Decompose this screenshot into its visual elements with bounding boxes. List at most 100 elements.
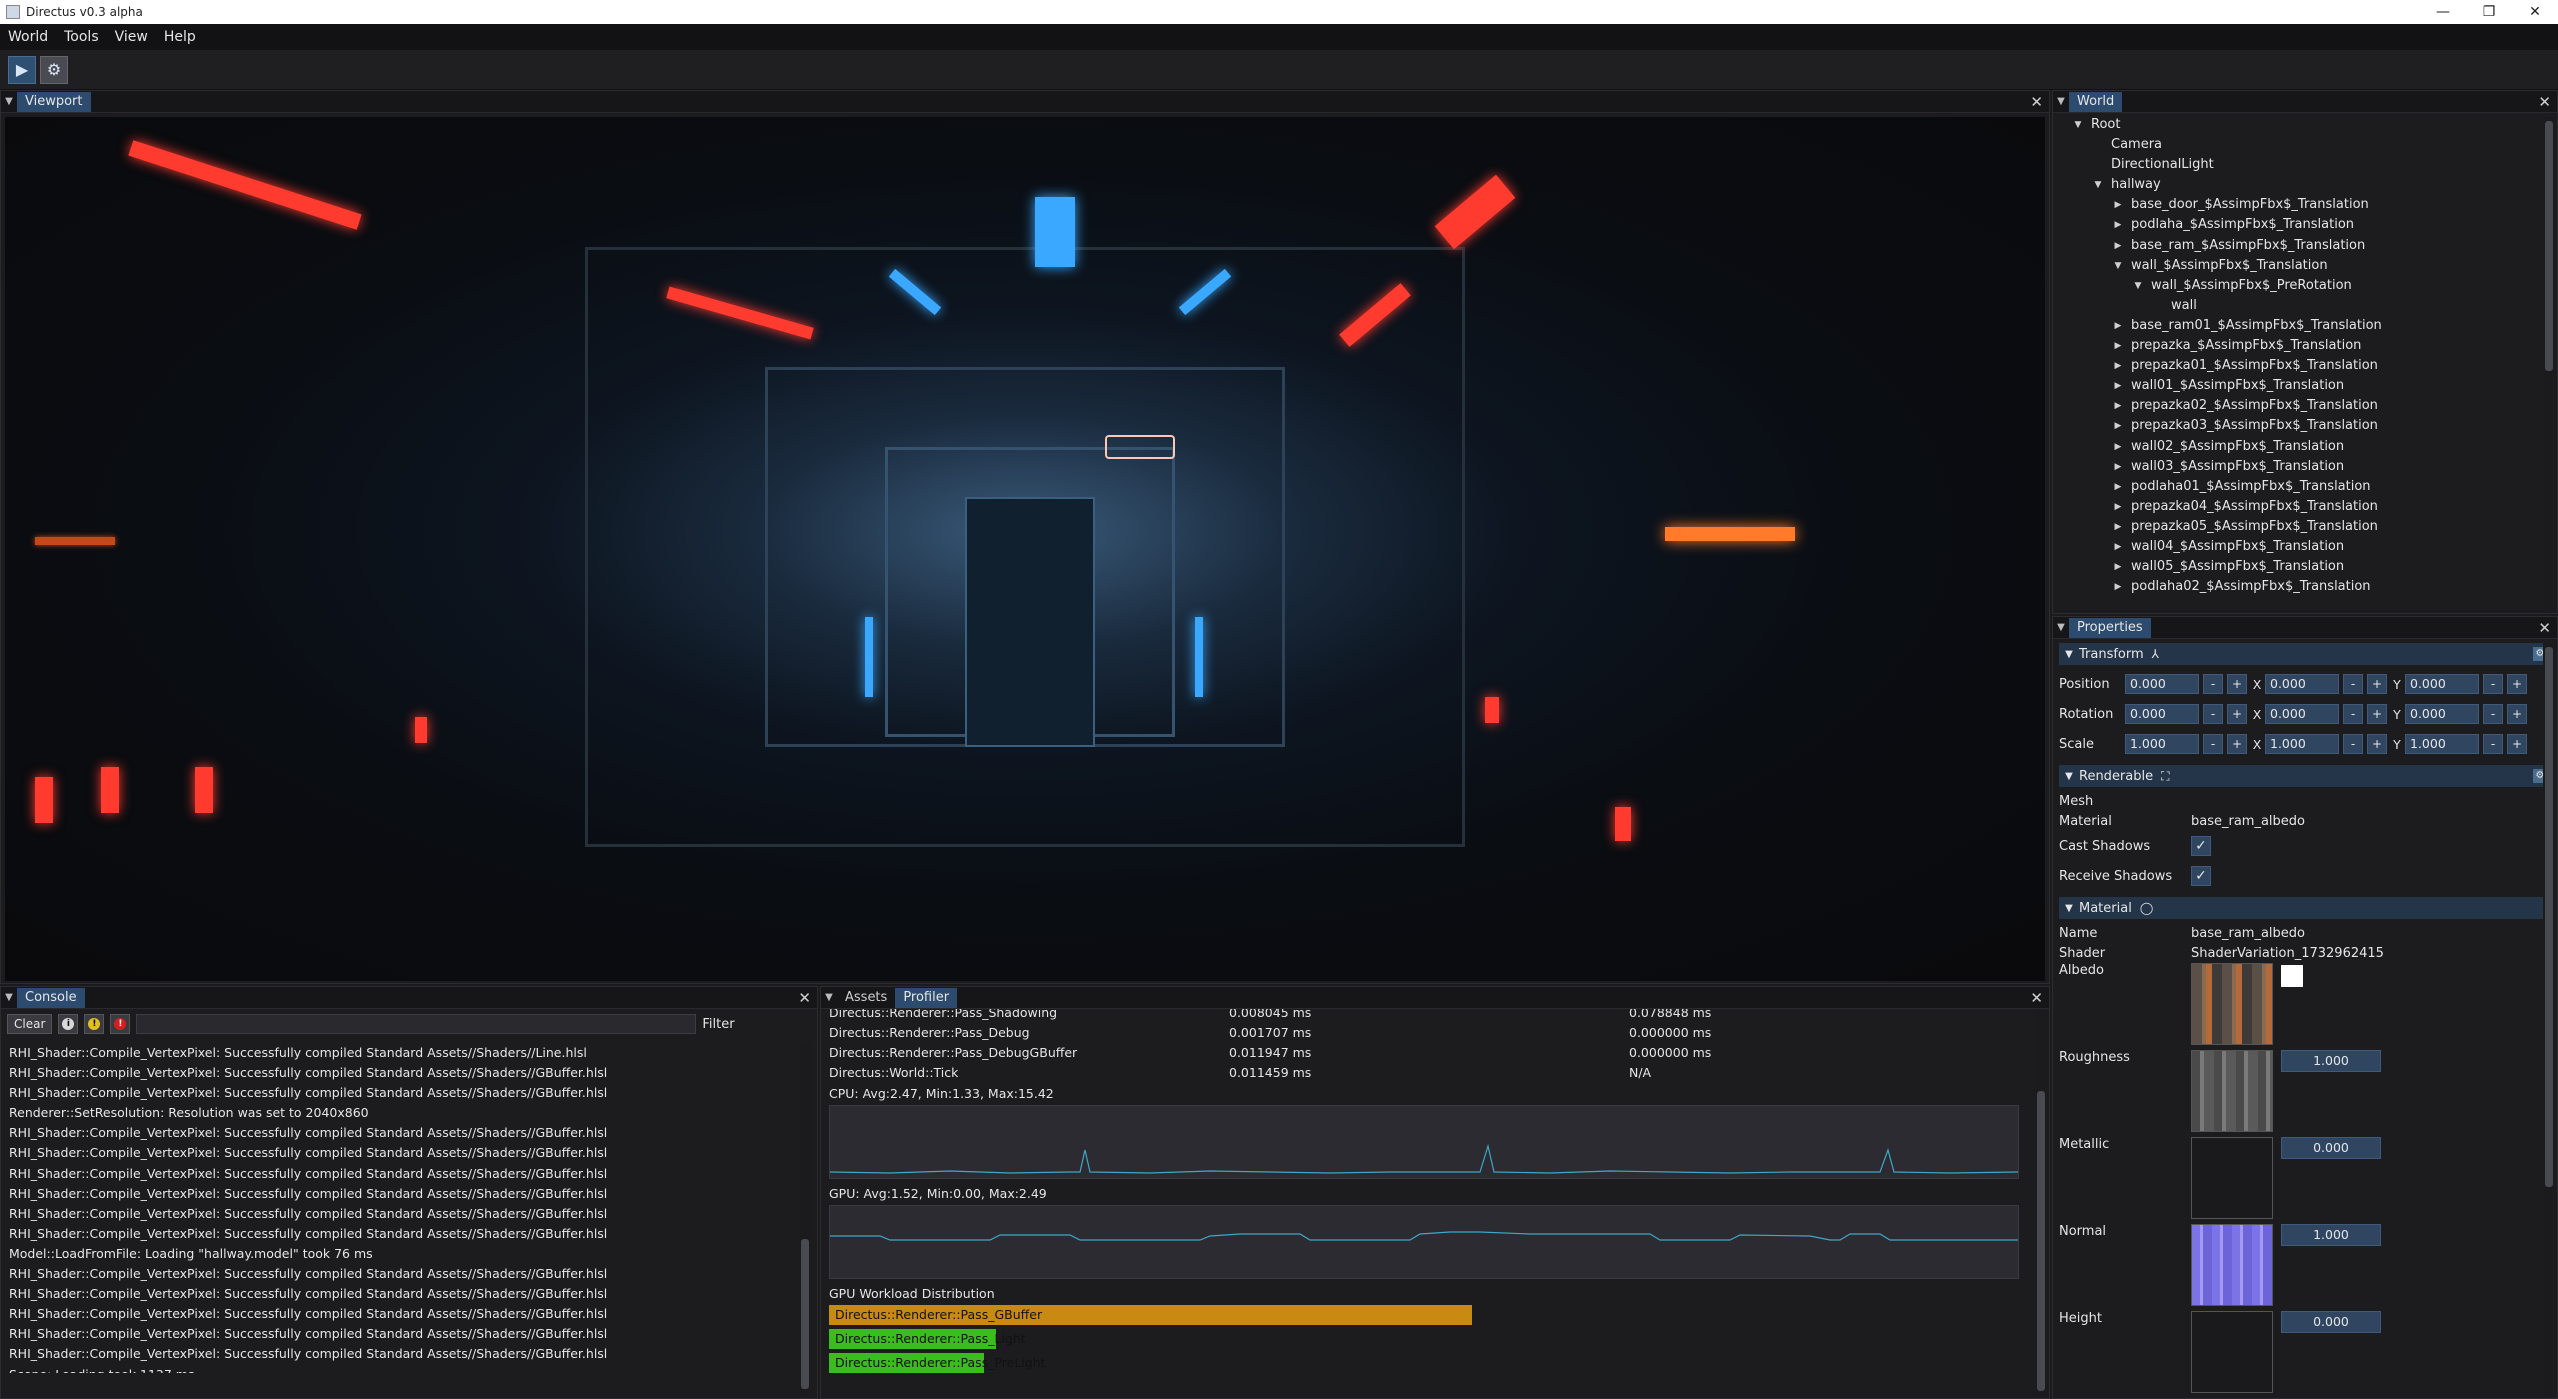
tree-node[interactable]: ▼ hallway (2053, 175, 2557, 195)
expanded-arrow-icon[interactable]: ▼ (2111, 256, 2125, 276)
clear-button[interactable]: Clear (7, 1014, 53, 1034)
transform-value-field[interactable]: 0.000 (2265, 674, 2339, 694)
warning-filter-toggle[interactable]: ! (84, 1014, 105, 1034)
height-texture-slot[interactable] (2191, 1311, 2273, 1393)
close-icon[interactable]: ✕ (2030, 93, 2043, 111)
decrement-button[interactable]: - (2483, 674, 2503, 694)
collapsed-arrow-icon[interactable]: ▶ (2111, 416, 2125, 436)
decrement-button[interactable]: - (2203, 734, 2223, 754)
tree-node[interactable]: ▶ wall04_$AssimpFbx$_Translation (2053, 537, 2557, 557)
increment-button[interactable]: + (2367, 674, 2387, 694)
tab-world[interactable]: World (2069, 91, 2123, 112)
tab-console[interactable]: Console (17, 987, 85, 1008)
tree-node[interactable]: Camera (2053, 135, 2557, 155)
collapse-icon[interactable]: ▼ (1, 992, 17, 1003)
normal-texture-slot[interactable] (2191, 1224, 2273, 1306)
transform-value-field[interactable]: 0.000 (2265, 704, 2339, 724)
increment-button[interactable]: + (2507, 674, 2527, 694)
decrement-button[interactable]: - (2483, 734, 2503, 754)
tree-node[interactable]: ▶ base_ram_$AssimpFbx$_Translation (2053, 236, 2557, 256)
world-scrollbar[interactable] (2543, 117, 2555, 611)
tree-node[interactable]: ▼ wall_$AssimpFbx$_Translation (2053, 256, 2557, 276)
decrement-button[interactable]: - (2343, 674, 2363, 694)
collapse-icon[interactable]: ▼ (2053, 96, 2069, 107)
collapsed-arrow-icon[interactable]: ▶ (2111, 577, 2125, 597)
receive-shadows-checkbox[interactable]: ✓ (2191, 866, 2211, 886)
close-icon[interactable]: ✕ (2538, 93, 2551, 111)
collapse-icon[interactable]: ▼ (1, 96, 17, 107)
close-icon[interactable]: ✕ (2538, 619, 2551, 637)
tree-node[interactable]: ▶ prepazka01_$AssimpFbx$_Translation (2053, 356, 2557, 376)
viewport-render[interactable] (5, 117, 2045, 981)
properties-scrollbar[interactable] (2543, 643, 2555, 1393)
tree-node[interactable]: ▼ Root (2053, 115, 2557, 135)
increment-button[interactable]: + (2227, 674, 2247, 694)
tree-node[interactable]: ▶ wall01_$AssimpFbx$_Translation (2053, 376, 2557, 396)
collapsed-arrow-icon[interactable]: ▶ (2111, 376, 2125, 396)
increment-button[interactable]: + (2507, 734, 2527, 754)
collapsed-arrow-icon[interactable]: ▶ (2111, 356, 2125, 376)
tree-node[interactable]: ▶ wall02_$AssimpFbx$_Translation (2053, 437, 2557, 457)
close-window-button[interactable]: ✕ (2512, 0, 2558, 24)
tree-node[interactable]: ▶ wall03_$AssimpFbx$_Translation (2053, 457, 2557, 477)
menu-help[interactable]: Help (156, 29, 204, 45)
minimize-button[interactable]: — (2420, 0, 2466, 24)
close-icon[interactable]: ✕ (798, 989, 811, 1007)
collapsed-arrow-icon[interactable]: ▶ (2111, 316, 2125, 336)
transform-value-field[interactable]: 0.000 (2405, 704, 2479, 724)
tab-viewport[interactable]: Viewport (17, 91, 91, 112)
collapsed-arrow-icon[interactable]: ▶ (2111, 537, 2125, 557)
settings-button[interactable]: ⚙ (40, 55, 68, 84)
collapsed-arrow-icon[interactable]: ▶ (2111, 396, 2125, 416)
increment-button[interactable]: + (2367, 704, 2387, 724)
material-section-header[interactable]: ▼ Material ◯ (2059, 897, 2551, 919)
increment-button[interactable]: + (2227, 734, 2247, 754)
transform-section-header[interactable]: ▼ Transform ⅄ ⚙ (2059, 643, 2551, 665)
menu-view[interactable]: View (107, 29, 156, 45)
profiler-scrollbar[interactable] (2035, 1011, 2047, 1396)
collapsed-arrow-icon[interactable]: ▶ (2111, 336, 2125, 356)
tree-node[interactable]: ▶ podlaha01_$AssimpFbx$_Translation (2053, 477, 2557, 497)
error-filter-toggle[interactable]: ! (110, 1014, 131, 1034)
scrollbar-thumb[interactable] (2545, 121, 2553, 371)
collapsed-arrow-icon[interactable]: ▶ (2111, 236, 2125, 256)
tree-node[interactable]: ▶ wall05_$AssimpFbx$_Translation (2053, 557, 2557, 577)
decrement-button[interactable]: - (2343, 704, 2363, 724)
console-scrollbar[interactable] (799, 1043, 811, 1393)
tree-node[interactable]: ▼ wall_$AssimpFbx$_PreRotation (2053, 276, 2557, 296)
decrement-button[interactable]: - (2203, 674, 2223, 694)
transform-value-field[interactable]: 1.000 (2125, 734, 2199, 754)
roughness-value-field[interactable]: 1.000 (2281, 1050, 2381, 1072)
collapsed-arrow-icon[interactable]: ▶ (2111, 557, 2125, 577)
tree-node[interactable]: ▶ base_ram01_$AssimpFbx$_Translation (2053, 316, 2557, 336)
expanded-arrow-icon[interactable]: ▼ (2091, 175, 2105, 195)
expanded-arrow-icon[interactable]: ▼ (2071, 115, 2085, 135)
close-icon[interactable]: ✕ (2030, 989, 2043, 1007)
scrollbar-thumb[interactable] (801, 1239, 809, 1389)
menu-world[interactable]: World (0, 29, 56, 45)
tree-node[interactable]: ▶ prepazka_$AssimpFbx$_Translation (2053, 336, 2557, 356)
collapsed-arrow-icon[interactable]: ▶ (2111, 195, 2125, 215)
collapse-icon[interactable]: ▼ (2053, 622, 2069, 633)
collapsed-arrow-icon[interactable]: ▶ (2111, 457, 2125, 477)
transform-value-field[interactable]: 0.000 (2125, 674, 2199, 694)
collapsed-arrow-icon[interactable]: ▶ (2111, 477, 2125, 497)
tree-node[interactable]: ▶ prepazka04_$AssimpFbx$_Translation (2053, 497, 2557, 517)
increment-button[interactable]: + (2507, 704, 2527, 724)
height-value-field[interactable]: 0.000 (2281, 1311, 2381, 1333)
info-filter-toggle[interactable]: i (58, 1014, 79, 1034)
menu-tools[interactable]: Tools (56, 29, 107, 45)
decrement-button[interactable]: - (2203, 704, 2223, 724)
tab-properties[interactable]: Properties (2069, 617, 2151, 638)
play-button[interactable]: ▶ (8, 55, 36, 84)
normal-value-field[interactable]: 1.000 (2281, 1224, 2381, 1246)
tree-node[interactable]: ▶ podlaha_$AssimpFbx$_Translation (2053, 215, 2557, 235)
albedo-color-swatch[interactable] (2281, 965, 2303, 987)
metallic-value-field[interactable]: 0.000 (2281, 1137, 2381, 1159)
transform-value-field[interactable]: 1.000 (2265, 734, 2339, 754)
transform-value-field[interactable]: 0.000 (2125, 704, 2199, 724)
metallic-texture-slot[interactable] (2191, 1137, 2273, 1219)
tab-profiler[interactable]: Profiler (895, 987, 958, 1008)
collapsed-arrow-icon[interactable]: ▶ (2111, 215, 2125, 235)
collapse-icon[interactable]: ▼ (821, 992, 837, 1003)
